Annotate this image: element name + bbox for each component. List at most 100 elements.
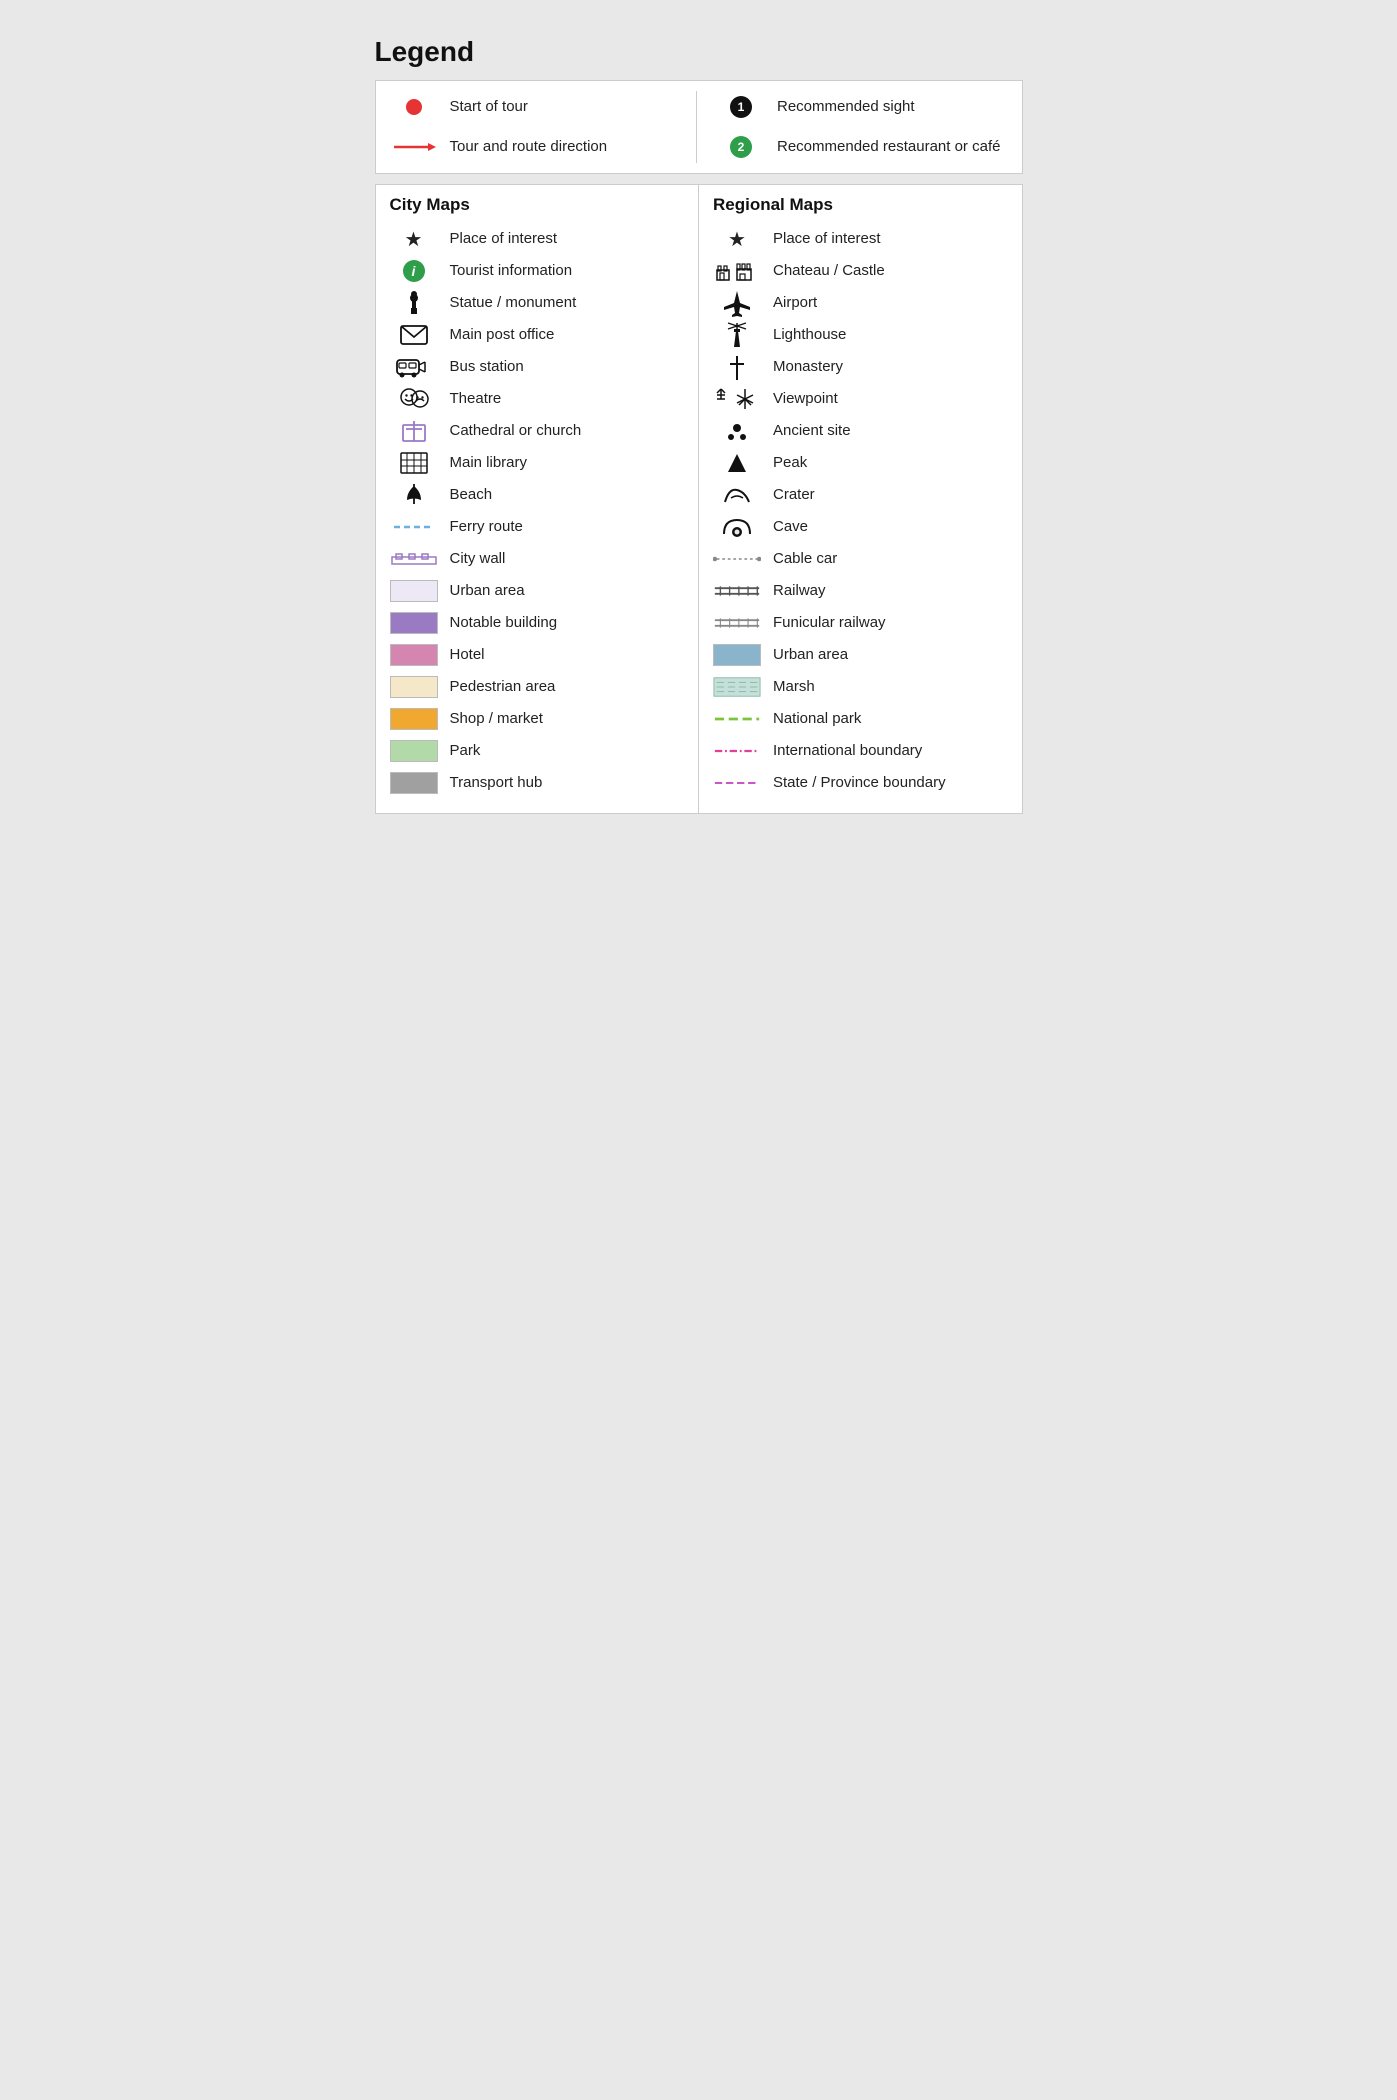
regional-maps-title: Regional Maps (713, 195, 1008, 215)
park-label: Park (450, 741, 481, 761)
monastery-icon (713, 354, 761, 380)
list-item: Ferry route (390, 511, 685, 543)
list-item: Airport (713, 287, 1008, 319)
list-item: Urban area (713, 639, 1008, 671)
list-item: Theatre (390, 383, 685, 415)
cave-label: Cave (773, 517, 808, 537)
funicular-label: Funicular railway (773, 613, 886, 633)
list-item: Main post office (390, 319, 685, 351)
list-item: Park (390, 735, 685, 767)
airport-label: Airport (773, 293, 817, 313)
beach-icon (390, 482, 438, 508)
list-item: ★ Place of interest (390, 223, 685, 255)
railway-label: Railway (773, 581, 826, 601)
international-boundary-label: International boundary (773, 741, 922, 761)
recommended-sight-label: Recommended sight (777, 97, 915, 117)
recommended-restaurant-label: Recommended restaurant or café (777, 137, 1000, 157)
place-of-interest-regional-label: Place of interest (773, 229, 881, 249)
marsh-label: Marsh (773, 677, 815, 697)
list-item: Cathedral or church (390, 415, 685, 447)
monastery-label: Monastery (773, 357, 843, 377)
list-item: Notable building (390, 607, 685, 639)
railway-icon (713, 584, 761, 598)
red-dot-icon (390, 99, 438, 115)
list-item: Peak (713, 447, 1008, 479)
airplane-icon (713, 289, 761, 317)
crater-icon (713, 484, 761, 506)
list-item: Chateau / Castle (713, 255, 1008, 287)
ancient-site-icon (713, 420, 761, 442)
top-section: Start of tour Tour and route direction 1 (375, 80, 1023, 174)
state-boundary-icon (713, 779, 761, 787)
urban-area-city-icon (390, 580, 438, 602)
top-right: 1 Recommended sight 2 Recommended restau… (697, 91, 1008, 163)
transport-hub-label: Transport hub (450, 773, 543, 793)
crater-label: Crater (773, 485, 815, 505)
list-item: Main library (390, 447, 685, 479)
list-item: Transport hub (390, 767, 685, 799)
top-left: Start of tour Tour and route direction (390, 91, 698, 163)
statue-label: Statue / monument (450, 293, 577, 313)
list-item: ★ Place of interest (713, 223, 1008, 255)
pedestrian-area-icon (390, 676, 438, 698)
regional-maps-column: Regional Maps ★ Place of interest (699, 185, 1022, 813)
library-icon (390, 452, 438, 474)
tourist-info-icon: i (390, 260, 438, 282)
list-item: Bus station (390, 351, 685, 383)
list-item: Start of tour (390, 91, 681, 123)
list-item: Marsh (713, 671, 1008, 703)
place-of-interest-city-label: Place of interest (450, 229, 558, 249)
hotel-icon (390, 644, 438, 666)
international-boundary-icon (713, 747, 761, 755)
chateau-castle-label: Chateau / Castle (773, 261, 885, 281)
park-icon (390, 740, 438, 762)
city-maps-column: City Maps ★ Place of interest i Tourist … (376, 185, 700, 813)
national-park-icon (713, 715, 761, 723)
statue-icon (390, 290, 438, 316)
list-item: Hotel (390, 639, 685, 671)
list-item: Pedestrian area (390, 671, 685, 703)
pedestrian-area-label: Pedestrian area (450, 677, 556, 697)
ferry-route-icon (390, 523, 438, 531)
beach-label: Beach (450, 485, 493, 505)
cable-car-label: Cable car (773, 549, 837, 569)
post-office-icon (390, 325, 438, 345)
tour-route-label: Tour and route direction (450, 137, 608, 157)
cave-icon (713, 516, 761, 538)
notable-building-label: Notable building (450, 613, 558, 633)
shop-market-label: Shop / market (450, 709, 543, 729)
peak-label: Peak (773, 453, 807, 473)
urban-area-regional-label: Urban area (773, 645, 848, 665)
funicular-icon (713, 616, 761, 630)
recommended-sight-icon: 1 (717, 96, 765, 118)
list-item: Shop / market (390, 703, 685, 735)
start-of-tour-label: Start of tour (450, 97, 528, 117)
city-wall-icon (390, 552, 438, 566)
peak-icon (713, 452, 761, 474)
hotel-label: Hotel (450, 645, 485, 665)
viewpoint-icon (713, 387, 761, 411)
bus-station-icon (390, 356, 438, 378)
transport-hub-icon (390, 772, 438, 794)
ancient-site-label: Ancient site (773, 421, 851, 441)
list-item: Railway (713, 575, 1008, 607)
city-wall-label: City wall (450, 549, 506, 569)
national-park-label: National park (773, 709, 861, 729)
list-item: 1 Recommended sight (717, 91, 1008, 123)
list-item: Monastery (713, 351, 1008, 383)
notable-building-icon (390, 612, 438, 634)
marsh-icon (713, 676, 761, 698)
ferry-route-label: Ferry route (450, 517, 523, 537)
legend-container: Legend Start of tour Tour and route dire… (359, 20, 1039, 834)
list-item: National park (713, 703, 1008, 735)
castle-icon (713, 260, 761, 282)
recommended-restaurant-icon: 2 (717, 136, 765, 158)
list-item: 2 Recommended restaurant or café (717, 131, 1008, 163)
list-item: Urban area (390, 575, 685, 607)
cable-car-icon (713, 554, 761, 564)
list-item: Lighthouse (713, 319, 1008, 351)
list-item: State / Province boundary (713, 767, 1008, 799)
viewpoint-label: Viewpoint (773, 389, 838, 409)
lighthouse-label: Lighthouse (773, 325, 846, 345)
bottom-section: City Maps ★ Place of interest i Tourist … (375, 184, 1023, 814)
